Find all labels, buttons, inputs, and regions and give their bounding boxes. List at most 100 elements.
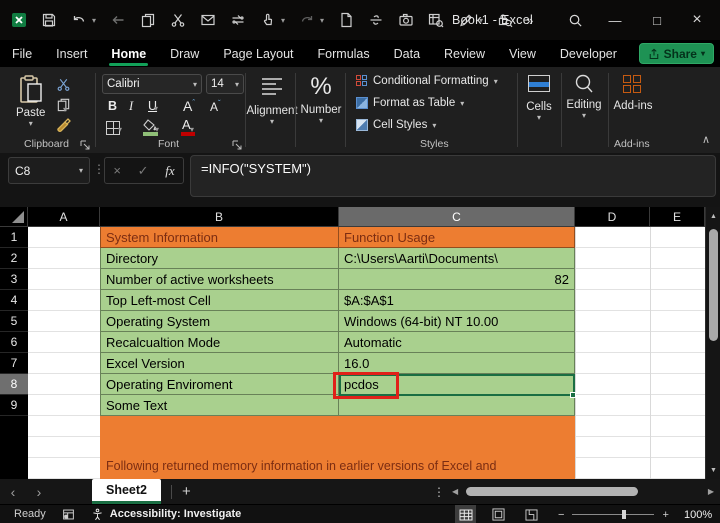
tab-review[interactable]: Review (432, 40, 497, 67)
column-header-a[interactable]: A (28, 207, 100, 227)
sheet-nav-left-icon[interactable]: ‹ (0, 484, 26, 500)
normal-view-button[interactable] (458, 508, 473, 521)
tab-insert[interactable]: Insert (44, 40, 99, 67)
cell-c1[interactable]: Function Usage (339, 227, 575, 248)
sheet-nav-right-icon[interactable]: › (26, 484, 52, 500)
new-file-icon[interactable] (337, 12, 354, 29)
strikethrough-icon[interactable] (367, 12, 384, 29)
paste-button[interactable]: Paste ▾ (16, 75, 45, 128)
collapse-ribbon-icon[interactable]: ∧ (702, 133, 710, 146)
zoom-in-button[interactable]: + (662, 509, 668, 521)
touch-mode-dropdown-icon[interactable]: ▾ (281, 16, 285, 25)
row-header-9[interactable]: 9 (0, 395, 28, 416)
accessibility-icon[interactable] (91, 508, 104, 521)
fill-handle[interactable] (570, 392, 576, 398)
row-header-2[interactable]: 2 (0, 248, 28, 269)
new-sheet-button[interactable]: + (182, 483, 191, 500)
cell-b1[interactable]: System Information (100, 227, 339, 248)
clipboard-dialog-launcher-icon[interactable] (80, 140, 90, 150)
format-as-table-button[interactable]: Format as Table ▾ (356, 97, 464, 109)
bold-button[interactable]: B (108, 99, 117, 113)
sheet-options-icon[interactable]: ⋮ (433, 485, 445, 499)
cut-icon[interactable] (169, 12, 186, 29)
column-header-c[interactable]: C (339, 207, 575, 227)
email-icon[interactable] (199, 12, 216, 29)
cell-b8[interactable]: Operating Enviroment (100, 374, 339, 395)
undo-icon[interactable] (70, 12, 87, 29)
format-painter-button[interactable] (56, 117, 72, 136)
touch-mouse-mode-icon[interactable] (259, 12, 276, 29)
zoom-out-button[interactable]: − (558, 509, 564, 521)
copy-button[interactable]: ▾ (56, 97, 71, 115)
copy-icon[interactable] (139, 12, 156, 29)
scroll-right-icon[interactable]: ▶ (708, 487, 714, 496)
table-lookup-icon[interactable] (427, 12, 444, 29)
alignment-group-button[interactable]: Alignment ▾ (252, 77, 292, 126)
cells-group-button[interactable]: Cells ▾ (521, 75, 557, 122)
sheet-tab-sheet2[interactable]: Sheet2 (92, 479, 161, 504)
tab-formulas[interactable]: Formulas (306, 40, 382, 67)
tab-home[interactable]: Home (99, 40, 158, 67)
cell-c5[interactable]: Windows (64-bit) NT 10.00 (339, 311, 575, 332)
column-header-b[interactable]: B (100, 207, 339, 227)
cell-c2[interactable]: C:\Users\Aarti\Documents\ (339, 248, 575, 269)
undo-dropdown-icon[interactable]: ▾ (92, 16, 96, 25)
decrease-font-button[interactable]: Aˇ (210, 99, 221, 114)
increase-font-button[interactable]: Aˆ (183, 98, 195, 114)
cell-b4[interactable]: Top Left-most Cell (100, 290, 339, 311)
insert-function-button[interactable]: fx (165, 163, 174, 179)
font-size-select[interactable]: 14 ▾ (206, 74, 244, 94)
camera-icon[interactable] (397, 12, 414, 29)
italic-button[interactable]: I (129, 99, 133, 114)
vertical-scrollbar[interactable]: ▲ ▼ (705, 207, 720, 479)
macro-record-icon[interactable] (62, 508, 75, 521)
cell-c6[interactable]: Automatic (339, 332, 575, 353)
accessibility-status[interactable]: Accessibility: Investigate (110, 508, 241, 520)
cell-c3[interactable]: 82 (339, 269, 575, 290)
cut-button[interactable] (56, 77, 71, 95)
scroll-up-icon[interactable]: ▲ (706, 209, 720, 223)
underline-dropdown-icon[interactable]: ▾ (154, 104, 158, 113)
cell-b7[interactable]: Excel Version (100, 353, 339, 374)
tab-data[interactable]: Data (382, 40, 432, 67)
column-header-d[interactable]: D (575, 207, 650, 227)
font-color-dropdown-icon[interactable]: ▾ (190, 125, 194, 134)
tab-view[interactable]: View (497, 40, 548, 67)
cell-b2[interactable]: Directory (100, 248, 339, 269)
cell-b5[interactable]: Operating System (100, 311, 339, 332)
name-box[interactable]: C8 ▾ (8, 157, 90, 184)
cell-styles-button[interactable]: Cell Styles ▾ (356, 119, 436, 131)
borders-dropdown-icon[interactable]: ▾ (118, 125, 122, 134)
zoom-percentage[interactable]: 100% (684, 505, 712, 523)
column-header-e[interactable]: E (650, 207, 705, 227)
font-dialog-launcher-icon[interactable] (232, 140, 242, 150)
row-header-7[interactable]: 7 (0, 353, 28, 374)
row-header-1[interactable]: 1 (0, 227, 28, 248)
editing-group-button[interactable]: Editing ▾ (564, 73, 604, 120)
share-button[interactable]: Share ▾ (639, 43, 714, 64)
page-layout-view-button[interactable] (491, 508, 506, 521)
formula-input[interactable]: =INFO("SYSTEM") (190, 155, 716, 197)
cell-b6[interactable]: Recalcualtion Mode (100, 332, 339, 353)
addins-button[interactable]: Add-ins (612, 75, 654, 112)
row-header-6[interactable]: 6 (0, 332, 28, 353)
select-all-button[interactable] (0, 207, 28, 227)
number-group-button[interactable]: % Number ▾ (300, 73, 342, 125)
scroll-down-icon[interactable]: ▼ (706, 463, 720, 477)
row-header-4[interactable]: 4 (0, 290, 28, 311)
tab-draw[interactable]: Draw (158, 40, 211, 67)
excel-logo-icon[interactable] (10, 12, 27, 29)
note-block[interactable]: Following returned memory information in… (100, 416, 575, 479)
row-header-8[interactable]: 8 (0, 374, 28, 395)
horizontal-scrollbar-thumb[interactable] (466, 487, 638, 496)
font-family-select[interactable]: Calibri ▾ (102, 74, 202, 94)
vertical-scrollbar-thumb[interactable] (709, 229, 718, 341)
horizontal-scrollbar[interactable]: ◀ ▶ (452, 485, 714, 498)
tab-developer[interactable]: Developer (548, 40, 629, 67)
zoom-slider-thumb[interactable] (622, 510, 626, 519)
minimize-button[interactable]: — (592, 0, 638, 40)
tab-page-layout[interactable]: Page Layout (211, 40, 305, 67)
fill-color-dropdown-icon[interactable]: ▾ (155, 125, 159, 134)
row-header-5[interactable]: 5 (0, 311, 28, 332)
cell-b9[interactable]: Some Text (100, 395, 339, 416)
